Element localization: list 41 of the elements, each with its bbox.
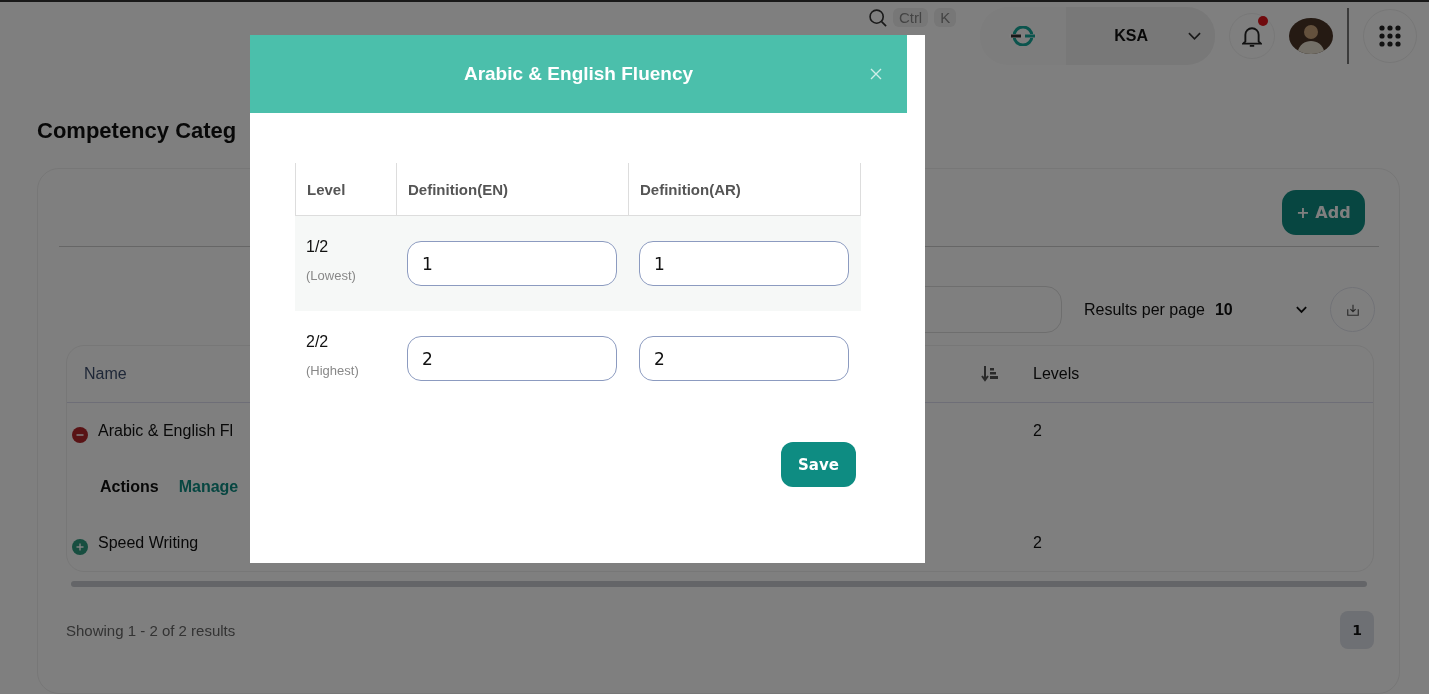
input-field[interactable]: 1	[407, 241, 617, 286]
actions-label: Actions	[100, 478, 159, 496]
table-cell-text: Arabic & English Fl	[98, 422, 235, 440]
results-per-page-dropdown[interactable]: Results per page 10	[1084, 300, 1308, 319]
region-dropdown[interactable]: KSA	[1066, 7, 1215, 65]
input-field[interactable]: 1	[639, 241, 849, 286]
collapse-icon[interactable]	[72, 427, 88, 443]
page-title: Competency Categ	[37, 118, 238, 144]
download-icon	[1345, 302, 1360, 317]
column-header: Name	[84, 365, 127, 383]
logo-icon	[1009, 26, 1038, 46]
bell-icon	[1242, 25, 1262, 47]
scrollbar[interactable]	[71, 581, 1367, 587]
column-header: Definition(EN)	[397, 163, 629, 215]
results-summary: Showing 1 - 2 of 2 results	[66, 621, 236, 639]
chevron-down-icon	[1188, 32, 1201, 40]
input-field[interactable]: 2	[639, 336, 849, 381]
column-header: Levels	[1033, 365, 1081, 383]
column-header: Definition(AR)	[639, 179, 742, 200]
table-cell-text: 2	[1033, 534, 1043, 552]
chevron-down-icon	[1295, 305, 1308, 314]
grid-icon	[1379, 25, 1401, 47]
level-note: (Lowest)	[306, 268, 356, 283]
close-icon[interactable]	[870, 68, 882, 80]
sort-icon[interactable]	[981, 365, 999, 383]
page-button[interactable]: 1	[1340, 611, 1374, 649]
search-icon	[868, 8, 887, 27]
save-button[interactable]: Save	[781, 442, 856, 487]
column-header: Level	[296, 163, 397, 215]
level-note: (Highest)	[306, 363, 359, 378]
table-cell-text: Speed Writing	[98, 534, 200, 552]
expand-icon[interactable]	[72, 539, 88, 555]
download-button[interactable]	[1330, 287, 1375, 332]
level-label: 1/2	[306, 238, 329, 256]
modal-title: Arabic & English Fluency	[463, 63, 694, 85]
table-cell-text: 2	[1033, 422, 1043, 440]
manage-link[interactable]: Manage	[178, 478, 239, 496]
level-label: 2/2	[306, 333, 329, 351]
avatar[interactable]	[1289, 18, 1333, 54]
input-field[interactable]: 2	[407, 336, 617, 381]
add-button[interactable]: + Add	[1282, 190, 1365, 235]
